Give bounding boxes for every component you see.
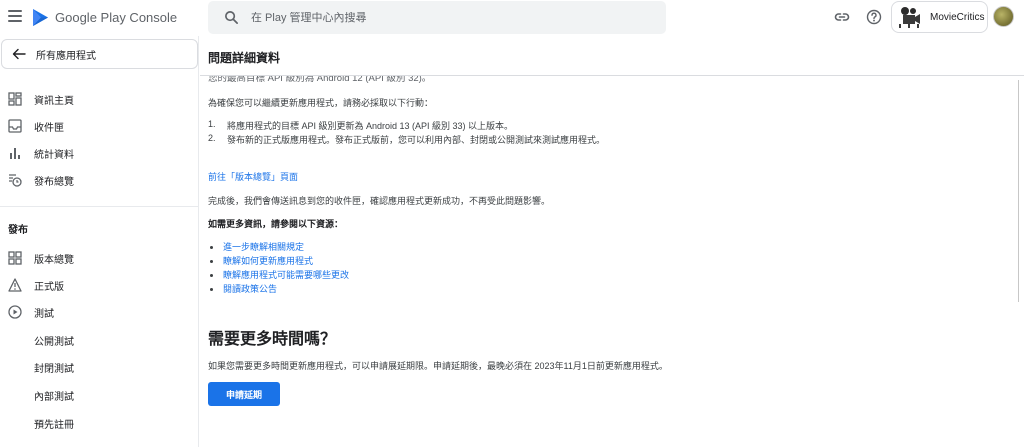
developer-avatar-icon [896, 5, 922, 29]
issue-details-content: 您的最高目標 API 級別為 Android 12 (API 級別 32)。 為… [208, 76, 1008, 447]
resource-link[interactable]: 瞭解如何更新應用程式 [210, 254, 313, 267]
cut-off-text: 您的最高目標 API 級別為 Android 12 (API 級別 32)。 [208, 76, 432, 84]
user-avatar[interactable] [993, 6, 1014, 27]
release-section-label: 發布 [8, 225, 28, 236]
search-input[interactable] [251, 11, 631, 24]
developer-account-chip[interactable]: MovieCritics [891, 1, 988, 33]
more-time-heading: 需要更多時間嗎？ [208, 331, 337, 348]
resource-link[interactable]: 進一步瞭解相關規定 [210, 240, 304, 253]
bullet-dot [210, 274, 213, 278]
developer-name: MovieCritics [930, 11, 985, 23]
publishing-overview-icon [9, 174, 22, 187]
page-title: 問題詳細資料 [208, 51, 281, 65]
list-item-number: 1. [208, 119, 216, 129]
sidebar-item-closed-testing[interactable]: 封閉測試 [0, 354, 198, 380]
resource-link-text: 進一步瞭解相關規定 [223, 242, 305, 252]
search-bar[interactable] [208, 1, 666, 34]
hamburger-menu-icon[interactable] [8, 10, 22, 24]
sidebar-item-production[interactable]: 正式版 [0, 272, 198, 298]
request-extension-button[interactable]: 申請延期 [208, 382, 280, 406]
sidebar-item-pre-registration[interactable]: 預先註冊 [0, 410, 198, 436]
search-icon [225, 11, 238, 24]
brand-name: Google Play Console [55, 10, 178, 25]
sidebar-item-inbox[interactable]: 收件匣 [0, 113, 198, 139]
production-icon [8, 278, 22, 292]
sidebar-item-label: 公開測試 [34, 336, 74, 348]
inbox-icon [8, 119, 22, 133]
resource-link-text: 閱讀政策公告 [223, 284, 278, 294]
sidebar-item-dashboard[interactable]: 資訊主頁 [0, 86, 198, 112]
sidebar: 所有應用程式 資訊主頁 收件匣 統計資料 發布總覽 發布 版本總覽 正式版 測試… [0, 36, 199, 447]
sidebar-item-label: 版本總覽 [34, 254, 74, 266]
testing-icon [8, 305, 22, 319]
sidebar-item-releases-overview[interactable]: 版本總覽 [0, 245, 198, 271]
sidebar-item-label: 資訊主頁 [34, 95, 74, 107]
bar-chart-icon [10, 148, 20, 159]
sidebar-item-label: 發布總覽 [34, 176, 74, 188]
sidebar-item-internal-testing[interactable]: 內部測試 [0, 382, 198, 408]
list-item-number: 2. [208, 133, 216, 143]
scrollbar[interactable] [1018, 80, 1019, 302]
all-apps-button[interactable]: 所有應用程式 [1, 39, 198, 69]
releases-overview-link[interactable]: 前往「版本總覽」頁面 [208, 170, 298, 183]
page-header: 問題詳細資料 [200, 36, 1024, 76]
sidebar-divider [0, 206, 198, 207]
top-app-bar: Google Play Console MovieCritics [0, 0, 1024, 36]
all-apps-label: 所有應用程式 [36, 50, 96, 62]
sidebar-item-open-testing[interactable]: 公開測試 [0, 327, 198, 353]
play-console-logo-icon [33, 9, 48, 26]
more-time-text: 如果您需要更多時間更新應用程式，可以申請展延期限。申請延期後，最晚必須在 202… [208, 361, 668, 371]
resource-link-text: 瞭解應用程式可能需要哪些更改 [223, 270, 350, 280]
bullet-dot [210, 260, 213, 264]
sidebar-item-label: 正式版 [34, 281, 64, 293]
dashboard-icon [8, 92, 22, 106]
intro-text: 為確保您可以繼續更新應用程式，請務必採取以下行動： [208, 98, 434, 108]
sidebar-item-publishing-overview[interactable]: 發布總覽 [0, 167, 198, 193]
list-item-text: 將應用程式的目標 API 級別更新為 Android 13 (API 級別 33… [227, 121, 514, 131]
sidebar-item-label: 內部測試 [34, 391, 74, 403]
sidebar-item-label: 統計資料 [34, 149, 74, 161]
bullet-dot [210, 246, 213, 250]
sidebar-item-label: 封閉測試 [34, 363, 74, 375]
sidebar-item-label: 測試 [34, 308, 54, 320]
arrow-back-icon [12, 48, 26, 60]
sidebar-item-testing[interactable]: 測試 [0, 299, 198, 325]
help-icon[interactable] [866, 9, 882, 25]
list-item-text: 發布新的正式版應用程式。發布正式版前，您可以利用內部、封閉或公開測試來測試應用程… [227, 135, 606, 145]
resource-link[interactable]: 瞭解應用程式可能需要哪些更改 [210, 268, 349, 281]
sidebar-item-label: 預先註冊 [34, 419, 74, 431]
resource-link-text: 瞭解如何更新應用程式 [223, 256, 314, 266]
link-icon[interactable] [834, 9, 850, 25]
releases-overview-icon [8, 251, 22, 265]
sidebar-item-label: 收件匣 [34, 122, 64, 134]
completion-text: 完成後，我們會傳送訊息到您的收件匣，確認應用程式更新成功，不再受此問題影響。 [208, 196, 551, 206]
resource-link[interactable]: 閱讀政策公告 [210, 282, 277, 295]
bullet-dot [210, 288, 213, 292]
sidebar-item-statistics[interactable]: 統計資料 [0, 140, 198, 166]
resources-heading: 如需更多資訊，請參閱以下資源： [208, 219, 344, 229]
google-play-console-logo[interactable]: Google Play Console [32, 8, 177, 27]
